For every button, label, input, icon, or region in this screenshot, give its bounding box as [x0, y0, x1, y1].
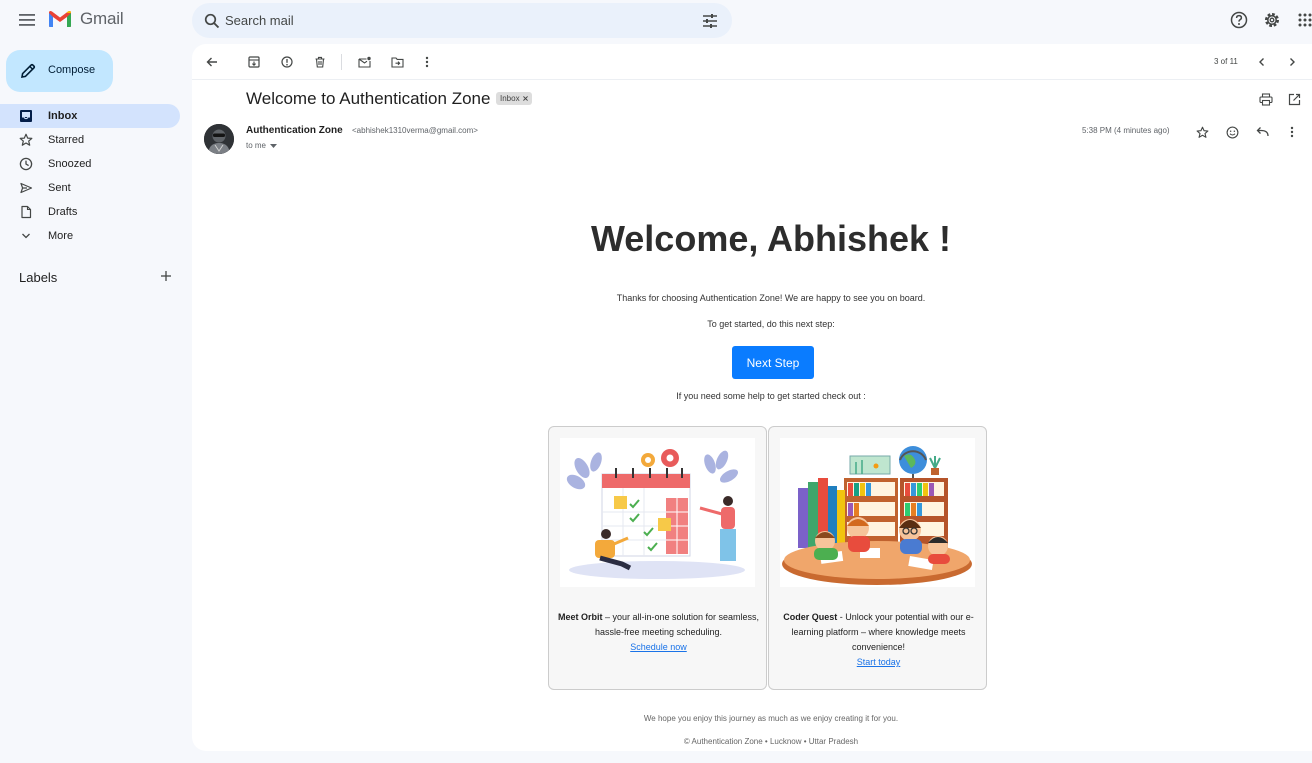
gmail-logo[interactable]: Gmail [48, 9, 124, 29]
main-menu-icon[interactable] [14, 8, 40, 32]
sidebar-item-more[interactable]: More [0, 224, 180, 248]
add-reaction-emoji-icon[interactable] [1224, 124, 1240, 140]
gmail-logo-text: Gmail [80, 9, 124, 28]
coder-quest-title: Coder Quest [783, 612, 838, 622]
e-learning-illustration [780, 438, 975, 587]
footer-message: We hope you enjoy this journey as much a… [643, 714, 899, 723]
reply-arrow-icon[interactable] [1254, 124, 1270, 140]
search-bar[interactable]: Search mail [192, 3, 732, 38]
search-options-icon[interactable] [700, 11, 720, 31]
report-spam-icon[interactable] [279, 54, 295, 70]
welcome-heading: Welcome, Abhishek ! [590, 218, 952, 259]
sidebar-item-starred[interactable]: Starred [0, 128, 180, 152]
sidebar-item-label: More [48, 230, 74, 242]
sidebar-item-drafts[interactable]: Drafts [0, 200, 180, 224]
more-options-vertical-icon[interactable] [1284, 124, 1300, 140]
meet-orbit-card: Meet Orbit – your all-in-one solution fo… [548, 426, 767, 690]
help-icon[interactable] [1227, 8, 1251, 32]
intro-text: Thanks for choosing Authentication Zone!… [616, 293, 926, 303]
mark-unread-icon[interactable] [356, 54, 372, 70]
star-icon[interactable] [1194, 124, 1210, 140]
sidebar-item-sent[interactable]: Sent [0, 176, 180, 200]
delete-trash-icon[interactable] [312, 54, 328, 70]
footer-address: © Authentication Zone • Lucknow • Uttar … [683, 737, 859, 746]
labels-heading: Labels [19, 270, 58, 285]
compose-button[interactable]: Compose [6, 50, 113, 92]
toolbar-divider [341, 54, 342, 70]
settings-gear-icon[interactable] [1260, 8, 1284, 32]
coder-quest-description: Coder Quest - Unlock your potential with… [777, 610, 980, 670]
add-label-icon[interactable] [158, 268, 174, 284]
meet-orbit-title: Meet Orbit [557, 612, 603, 622]
start-today-link[interactable]: Start today [857, 657, 901, 667]
badge-label: Inbox [500, 94, 520, 103]
open-in-new-window-icon[interactable] [1286, 91, 1302, 107]
compose-label: Compose [48, 64, 96, 76]
sidebar-item-label: Sent [48, 182, 71, 194]
older-chevron-right-icon[interactable] [1284, 54, 1300, 70]
sender-name[interactable]: Authentication Zone [246, 125, 343, 136]
send-icon [19, 181, 35, 195]
caret-down-icon[interactable] [270, 143, 278, 148]
top-bar: Gmail Search mail [0, 0, 1312, 40]
sidebar-item-label: Snoozed [48, 158, 92, 170]
newer-chevron-left-icon[interactable] [1254, 54, 1270, 70]
message-toolbar: 3 of 11 [192, 44, 1312, 80]
clock-icon [19, 157, 35, 171]
sidebar: Compose Inbox Starred Snoozed Sent Draft… [0, 44, 192, 763]
email-timestamp: 5:38 PM (4 minutes ago) [1082, 126, 1170, 135]
remove-label-close-icon[interactable] [522, 96, 528, 101]
star-icon [19, 133, 35, 147]
recipient-text: to me [246, 141, 267, 150]
meet-orbit-text: – your all-in-one solution for seamless,… [594, 612, 760, 637]
back-arrow-icon[interactable] [204, 54, 220, 70]
next-step-prompt: To get started, do this next step: [707, 319, 835, 329]
print-icon[interactable] [1258, 91, 1274, 107]
archive-icon[interactable] [246, 54, 262, 70]
inbox-label-badge[interactable]: Inbox [496, 92, 532, 105]
message-pane: 3 of 11 Welcome to Authentication Zone I… [192, 44, 1312, 751]
email-subject: Welcome to Authentication Zone [246, 89, 491, 108]
sidebar-item-label: Drafts [48, 206, 78, 218]
recipient-details[interactable]: to me [246, 141, 278, 150]
help-text: If you need some help to get started che… [676, 391, 866, 401]
search-input[interactable]: Search mail [225, 13, 294, 28]
sender-email: <abhishek1310verma@gmail.com> [352, 126, 478, 135]
inbox-icon [19, 109, 35, 123]
pagination-count: 3 of 11 [1214, 57, 1238, 66]
apps-grid-icon[interactable] [1293, 8, 1312, 32]
sender-avatar[interactable] [204, 124, 234, 154]
coder-quest-card: Coder Quest - Unlock your potential with… [768, 426, 987, 690]
chevron-down-icon [19, 229, 35, 243]
sidebar-item-label: Inbox [48, 110, 78, 122]
move-to-folder-icon[interactable] [389, 54, 405, 70]
next-step-button[interactable]: Next Step [732, 346, 814, 379]
draft-icon [19, 205, 35, 219]
sidebar-item-label: Starred [48, 134, 85, 146]
more-vertical-icon[interactable] [419, 54, 435, 70]
sidebar-item-inbox[interactable]: Inbox [0, 104, 180, 128]
meet-orbit-description: Meet Orbit – your all-in-one solution fo… [557, 610, 760, 655]
meeting-scheduling-illustration [560, 438, 755, 587]
search-icon[interactable] [202, 11, 222, 31]
sidebar-item-snoozed[interactable]: Snoozed [0, 152, 180, 176]
gmail-logo-icon [49, 11, 71, 27]
schedule-now-link[interactable]: Schedule now [630, 642, 687, 652]
pencil-icon [20, 63, 36, 79]
